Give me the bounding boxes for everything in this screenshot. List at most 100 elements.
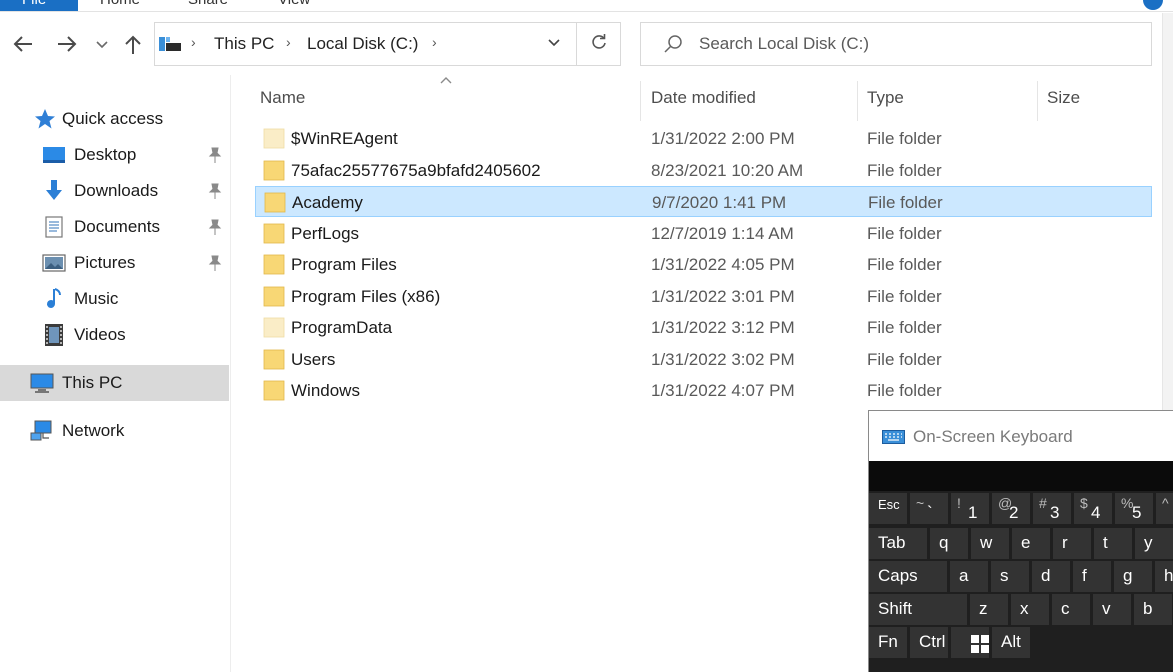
osk-key-shift-label: $: [1080, 495, 1088, 511]
osk-key[interactable]: g: [1114, 561, 1152, 592]
osk-key[interactable]: ! 1: [951, 493, 989, 524]
osk-key[interactable]: h: [1155, 561, 1173, 592]
table-row[interactable]: Windows 1/31/2022 4:07 PM File folder: [255, 375, 1152, 406]
breadcrumb-separator[interactable]: ›: [432, 34, 437, 50]
osk-key-label: y: [1144, 533, 1153, 552]
refresh-button[interactable]: [585, 32, 613, 56]
sidebar-item-this-pc[interactable]: This PC: [0, 365, 229, 401]
forward-button[interactable]: [54, 31, 80, 57]
osk-key[interactable]: v: [1093, 594, 1131, 625]
recent-locations-button[interactable]: [92, 31, 112, 57]
osk-key-label: 1: [968, 503, 978, 522]
osk-key[interactable]: w: [971, 528, 1009, 559]
sidebar-item-desktop[interactable]: Desktop: [0, 137, 229, 173]
sidebar-item-label: Desktop: [74, 145, 137, 164]
osk-key[interactable]: Fn: [869, 627, 907, 658]
folder-icon: [263, 349, 285, 369]
osk-key-label: x: [1020, 599, 1029, 618]
osk-key[interactable]: a: [950, 561, 988, 592]
sidebar-item-quick-access[interactable]: Quick access: [0, 101, 229, 137]
osk-key-windows[interactable]: [951, 627, 989, 658]
osk-key[interactable]: ^: [1156, 493, 1173, 524]
osk-key-label: 2: [1009, 503, 1019, 522]
breadcrumb-separator[interactable]: ›: [286, 34, 291, 50]
osk-key[interactable]: Ctrl: [910, 627, 948, 658]
column-header-date-modified[interactable]: Date modified: [642, 75, 858, 121]
osk-key-label: Esc: [878, 497, 900, 512]
address-history-dropdown[interactable]: [537, 33, 571, 57]
table-row[interactable]: Users 1/31/2022 3:02 PM File folder: [255, 344, 1152, 375]
osk-key[interactable]: y: [1135, 528, 1173, 559]
address-bar[interactable]: › This PC › Local Disk (C:) ›: [154, 22, 621, 66]
address-divider: [576, 23, 577, 65]
pin-icon[interactable]: [206, 218, 224, 236]
osk-key[interactable]: q: [930, 528, 968, 559]
table-row[interactable]: 75afac25577675a9bfafd2405602 8/23/2021 10…: [255, 155, 1152, 186]
osk-key[interactable]: z: [970, 594, 1008, 625]
osk-key[interactable]: % 5: [1115, 493, 1153, 524]
pin-icon[interactable]: [206, 146, 224, 164]
on-screen-keyboard-window[interactable]: On-Screen Keyboard Esc ~ `! 1 @2 #3 $4% 5 ^ Tab q w…: [868, 410, 1173, 672]
column-divider[interactable]: [640, 81, 641, 121]
file-date-modified: 1/31/2022 3:01 PM: [651, 286, 795, 306]
pictures-icon: [42, 254, 66, 272]
osk-key[interactable]: @2: [992, 493, 1030, 524]
column-header-size[interactable]: Size: [1038, 75, 1148, 119]
pin-icon[interactable]: [206, 254, 224, 272]
sidebar-item-label: Documents: [74, 217, 160, 236]
help-icon[interactable]: [1143, 0, 1163, 10]
folder-icon: [263, 286, 285, 306]
sidebar-item-network[interactable]: Network: [0, 413, 229, 449]
osk-key[interactable]: #3: [1033, 493, 1071, 524]
sidebar-item-label: Quick access: [62, 109, 164, 128]
column-header-type[interactable]: Type: [858, 75, 1038, 121]
sidebar-item-music[interactable]: Music: [0, 281, 229, 317]
search-input[interactable]: [699, 32, 1119, 56]
tab-file[interactable]: File: [0, 0, 78, 11]
osk-key[interactable]: Esc: [869, 493, 907, 524]
osk-key[interactable]: f: [1073, 561, 1111, 592]
tab-view[interactable]: View: [278, 0, 310, 8]
table-row[interactable]: ProgramData 1/31/2022 3:12 PM File folder: [255, 312, 1152, 343]
column-header-name[interactable]: Name: [251, 75, 641, 121]
sidebar-item-documents[interactable]: Documents: [0, 209, 229, 245]
sidebar-item-downloads[interactable]: Downloads: [0, 173, 229, 209]
osk-key[interactable]: ~ `: [910, 493, 948, 524]
up-button[interactable]: [120, 31, 146, 57]
osk-key[interactable]: Shift: [869, 594, 967, 625]
osk-key[interactable]: e: [1012, 528, 1050, 559]
osk-key[interactable]: c: [1052, 594, 1090, 625]
table-row[interactable]: Academy 9/7/2020 1:41 PM File folder: [255, 186, 1152, 217]
osk-key[interactable]: Tab: [869, 528, 927, 559]
osk-key-shift-label: !: [957, 495, 961, 511]
table-row[interactable]: Program Files 1/31/2022 4:05 PM File folde…: [255, 249, 1152, 280]
table-row[interactable]: Program Files (x86) 1/31/2022 3:01 PM File…: [255, 281, 1152, 312]
search-box[interactable]: [640, 22, 1152, 66]
file-name: 75afac25577675a9bfafd2405602: [291, 160, 541, 180]
osk-key[interactable]: b: [1134, 594, 1172, 625]
osk-key[interactable]: s: [991, 561, 1029, 592]
sidebar-item-pictures[interactable]: Pictures: [0, 245, 229, 281]
osk-key[interactable]: x: [1011, 594, 1049, 625]
osk-key[interactable]: Alt: [992, 627, 1030, 658]
sidebar-item-label: This PC: [62, 373, 123, 392]
osk-key[interactable]: t: [1094, 528, 1132, 559]
tab-home[interactable]: Home: [100, 0, 140, 8]
breadcrumb-local-disk[interactable]: Local Disk (C:): [307, 34, 418, 54]
table-row[interactable]: $WinREAgent 1/31/2022 2:00 PM File folder: [255, 123, 1152, 154]
sidebar-item-videos[interactable]: Videos: [0, 317, 229, 353]
document-icon: [45, 216, 63, 238]
file-type: File folder: [867, 318, 942, 337]
back-button[interactable]: [10, 31, 36, 57]
breadcrumb-separator[interactable]: ›: [191, 34, 196, 50]
table-row[interactable]: PerfLogs 12/7/2019 1:14 AM File folder: [255, 218, 1152, 249]
osk-key[interactable]: $4: [1074, 493, 1112, 524]
osk-key[interactable]: d: [1032, 561, 1070, 592]
osk-title-bar[interactable]: On-Screen Keyboard: [869, 411, 1173, 461]
pin-icon[interactable]: [206, 182, 224, 200]
osk-key[interactable]: r: [1053, 528, 1091, 559]
tab-share[interactable]: Share: [188, 0, 228, 8]
folder-icon: [263, 160, 285, 180]
osk-key[interactable]: Caps: [869, 561, 947, 592]
breadcrumb-this-pc[interactable]: This PC: [214, 34, 274, 54]
